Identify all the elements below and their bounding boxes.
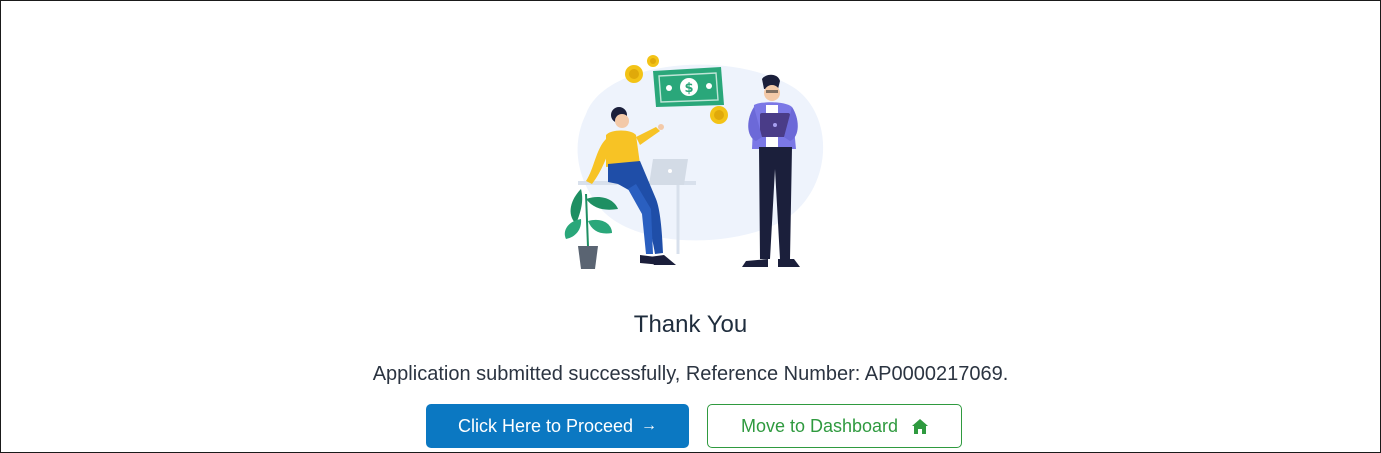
plant-icon <box>564 189 618 269</box>
proceed-button-label: Click Here to Proceed <box>457 415 634 436</box>
confirmation-panel: $ Thank You Application submitted succes… <box>0 0 1381 453</box>
arrow-right-icon: → <box>641 417 658 434</box>
submission-reference-message: Application submitted successfully, Refe… <box>372 363 1009 385</box>
dashboard-button-label: Move to Dashboard <box>740 415 899 436</box>
payment-success-illustration: $ <box>564 55 824 269</box>
money-bill-icon: $ <box>653 67 724 107</box>
svg-text:$: $ <box>684 81 693 96</box>
home-icon <box>912 418 929 434</box>
proceed-button[interactable]: Click Here to Proceed → <box>426 404 689 448</box>
dashboard-button[interactable]: Move to Dashboard <box>707 404 962 448</box>
thank-you-heading: Thank You <box>633 311 748 338</box>
